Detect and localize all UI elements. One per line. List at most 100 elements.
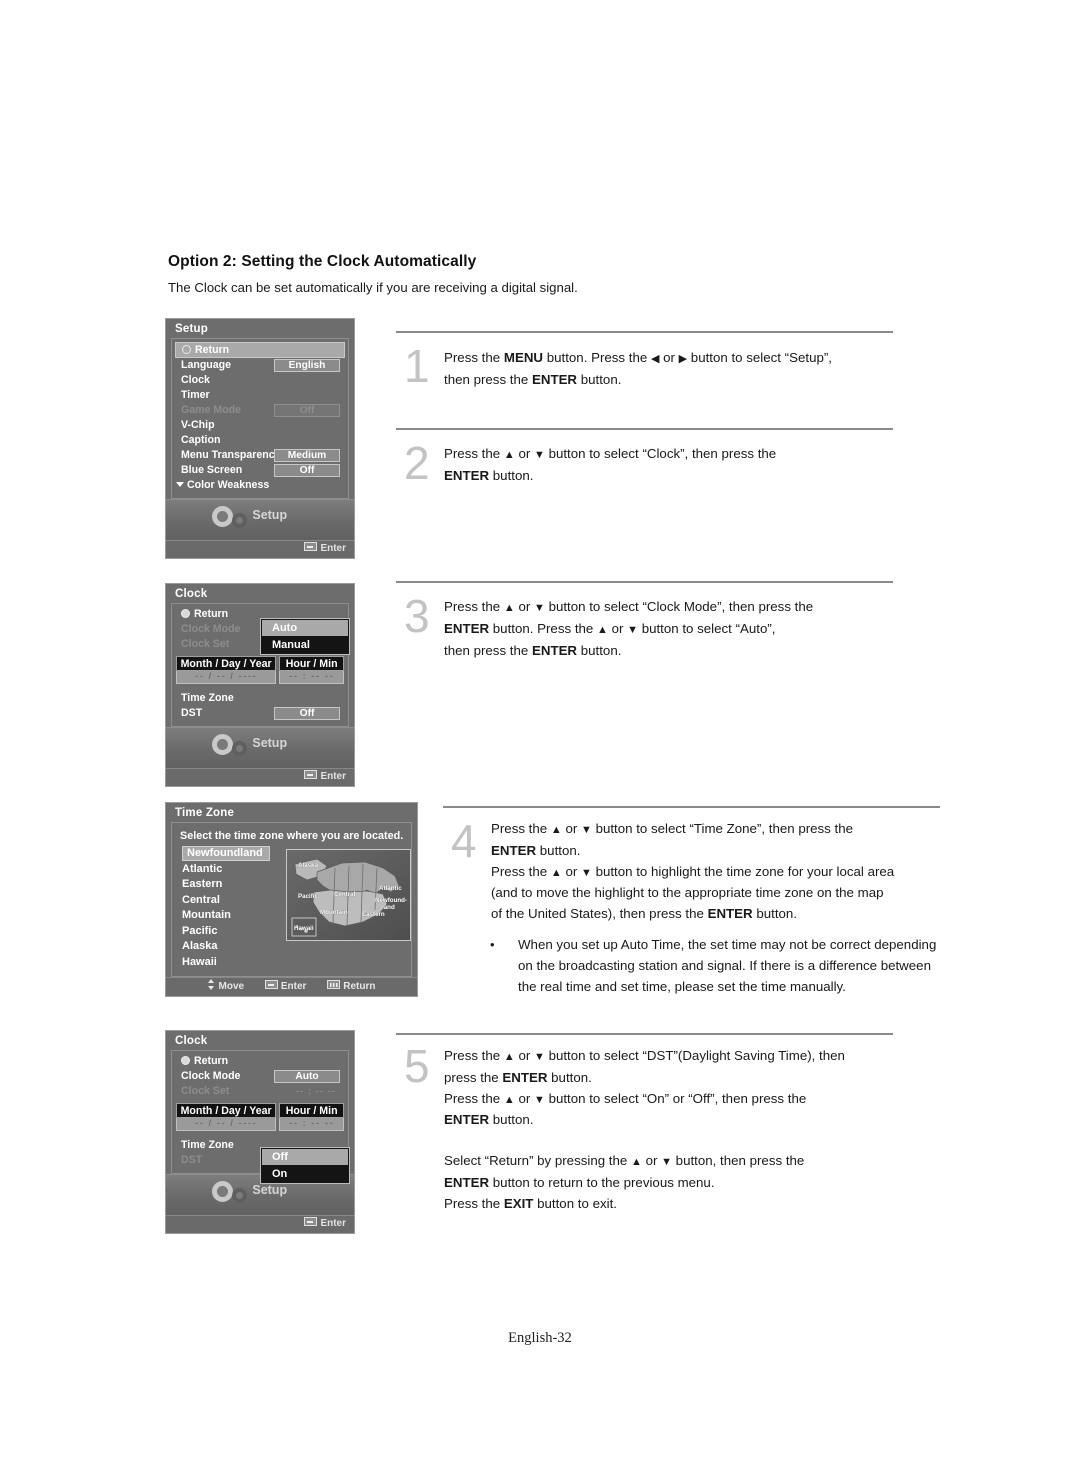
date-field-header: Month / Day / Year	[176, 656, 277, 671]
osd-clock-value-dst[interactable]: Off	[274, 707, 340, 720]
osd-setup-row-menu-transparency[interactable]: Menu Transparency Medium	[172, 448, 348, 463]
step-5-line-5: Select “Return” by pressing the ▲ or ▼ b…	[444, 1153, 805, 1169]
time-field-header: Hour / Min	[279, 656, 344, 671]
osd-setup-footer: Setup	[166, 499, 354, 540]
osd-setup-value-language[interactable]: English	[274, 359, 340, 372]
date-field-value[interactable]: -- / -- / ----	[176, 1118, 277, 1131]
timezone-item-hawaii[interactable]: Hawaii	[179, 955, 286, 971]
svg-text:Eastern: Eastern	[362, 911, 385, 918]
osd-setup-row-vchip[interactable]: V-Chip	[172, 418, 348, 433]
page-subtitle: The Clock can be set automatically if yo…	[168, 280, 578, 295]
timezone-item-alaska[interactable]: Alaska	[179, 939, 286, 955]
row-label: Return	[194, 1055, 229, 1067]
osd-clock-list: Return Clock Mode Clock Set Auto Manual …	[171, 603, 350, 727]
svg-text:Mountain: Mountain	[320, 909, 348, 916]
note-block: • When you set up Auto Time, the set tim…	[443, 935, 943, 997]
osd-setup-list: Return Language English Clock Timer Game…	[171, 338, 349, 499]
step-divider-1	[396, 331, 893, 333]
osd-clock-row-dst[interactable]: DST Off	[172, 706, 348, 721]
osd-clock-footer-label: Setup	[252, 736, 288, 750]
row-label: Blue Screen	[181, 464, 243, 476]
step-5-line-4: ENTER button.	[444, 1112, 534, 1128]
osd-clock-enter-hint: Enter	[304, 770, 346, 782]
footer-move-hint: Move	[207, 979, 244, 992]
time-field-group[interactable]: Hour / Min -- : -- --	[279, 656, 344, 684]
osd-setup-row-language[interactable]: Language English	[172, 358, 348, 373]
osd-timezone-body: Newfoundland Atlantic Eastern Central Mo…	[172, 846, 411, 974]
gear-icon	[212, 734, 233, 755]
date-field-value[interactable]: -- / -- / ----	[176, 671, 277, 684]
step-text-3: Press the ▲ or ▼ button to select “Clock…	[444, 597, 914, 661]
osd-dst-row-return[interactable]: Return	[172, 1054, 348, 1069]
step-divider-5	[396, 1033, 893, 1035]
osd-setup-row-timer[interactable]: Timer	[172, 388, 348, 403]
step-1-line-1: Press the MENU button. Press the ◀ or ▶ …	[444, 350, 832, 365]
step-divider-2	[396, 428, 893, 430]
step-number-1: 1	[404, 340, 430, 392]
step-4-line-2: ENTER button.	[491, 842, 581, 858]
step-divider-4	[443, 806, 940, 808]
step-5-spacer	[444, 1131, 924, 1151]
osd-setup-value-menu-transparency[interactable]: Medium	[274, 449, 340, 462]
osd-dst-row-clock-mode[interactable]: Clock Mode Auto	[172, 1069, 348, 1084]
gear-icon-small	[232, 1188, 247, 1203]
popup-option-auto[interactable]: Auto	[262, 620, 348, 636]
osd-clock-mode-popup[interactable]: Auto Manual	[260, 618, 350, 655]
step-5-line-3: Press the ▲ or ▼ button to select “On” o…	[444, 1090, 807, 1106]
svg-text:Central: Central	[334, 891, 356, 898]
time-field-header: Hour / Min	[279, 1103, 344, 1118]
timezone-item-eastern[interactable]: Eastern	[179, 877, 286, 893]
note-text: When you set up Auto Time, the set time …	[518, 937, 937, 994]
osd-dst-value-clock-mode[interactable]: Auto	[274, 1070, 340, 1083]
popup-option-on[interactable]: On	[261, 1166, 349, 1183]
popup-option-manual[interactable]: Manual	[261, 637, 349, 654]
row-label: Clock Mode	[181, 1070, 241, 1082]
timezone-item-mountain[interactable]: Mountain	[179, 908, 286, 924]
osd-dst-datetime-fields: Month / Day / Year -- / -- / ---- Hour /…	[176, 1103, 344, 1131]
osd-clock-footer: Setup	[166, 727, 354, 768]
osd-clock-row-time-zone[interactable]: Time Zone	[172, 691, 348, 706]
step-number-5: 5	[404, 1040, 430, 1092]
timezone-item-central[interactable]: Central	[179, 893, 286, 909]
timezone-item-atlantic[interactable]: Atlantic	[179, 862, 286, 878]
date-field-group[interactable]: Month / Day / Year -- / -- / ----	[176, 656, 277, 684]
step-3-line-2: ENTER button. Press the ▲ or ▼ button to…	[444, 620, 776, 636]
osd-clock-datetime-fields: Month / Day / Year -- / -- / ---- Hour /…	[176, 656, 344, 684]
time-field-group[interactable]: Hour / Min -- : -- --	[279, 1103, 344, 1131]
row-label: Time Zone	[181, 1139, 234, 1151]
row-label: DST	[181, 707, 203, 719]
osd-setup-value-blue-screen[interactable]: Off	[274, 464, 340, 477]
time-field-value[interactable]: -- : -- --	[279, 1118, 344, 1131]
timezone-item-pacific[interactable]: Pacific	[179, 924, 286, 940]
svg-text:Newfound-: Newfound-	[375, 897, 407, 904]
osd-dst-popup[interactable]: Off On	[260, 1147, 350, 1184]
osd-dst-value-clock-set: -- : -- --	[295, 1086, 336, 1097]
return-key-icon	[327, 980, 341, 989]
popup-option-off[interactable]: Off	[262, 1149, 348, 1165]
enter-key-icon	[304, 542, 318, 551]
time-field-value[interactable]: -- : -- --	[279, 671, 344, 684]
date-field-group[interactable]: Month / Day / Year -- / -- / ----	[176, 1103, 277, 1131]
up-down-arrow-icon	[207, 979, 215, 990]
osd-setup-row-game-mode: Game Mode Off	[172, 403, 348, 418]
osd-setup-row-color-weakness[interactable]: Color Weakness	[172, 478, 348, 493]
footer-enter-hint: Enter	[264, 980, 306, 992]
enter-key-icon	[304, 1217, 318, 1226]
osd-setup-row-blue-screen[interactable]: Blue Screen Off	[172, 463, 348, 478]
manual-page: Option 2: Setting the Clock Automaticall…	[0, 0, 1080, 1478]
timezone-selected[interactable]: Newfoundland	[182, 846, 270, 861]
timezone-item-newfoundland[interactable]: Newfoundland	[179, 846, 286, 862]
osd-setup-row-return[interactable]: Return	[175, 342, 345, 358]
row-label: Color Weakness	[187, 479, 270, 491]
osd-dst-enterbar: Enter	[166, 1215, 354, 1233]
svg-text:land: land	[382, 904, 395, 911]
row-label: Language	[181, 359, 232, 371]
enter-key-icon	[264, 980, 278, 989]
row-label: Game Mode	[181, 404, 242, 416]
row-label: Clock Set	[181, 1085, 230, 1097]
osd-dst-list: Return Clock Mode Auto Clock Set -- : --…	[171, 1050, 350, 1184]
page-title: Option 2: Setting the Clock Automaticall…	[168, 253, 477, 270]
osd-setup-row-caption[interactable]: Caption	[172, 433, 348, 448]
osd-setup-row-clock[interactable]: Clock	[172, 373, 348, 388]
row-label: Clock Mode	[181, 623, 241, 635]
